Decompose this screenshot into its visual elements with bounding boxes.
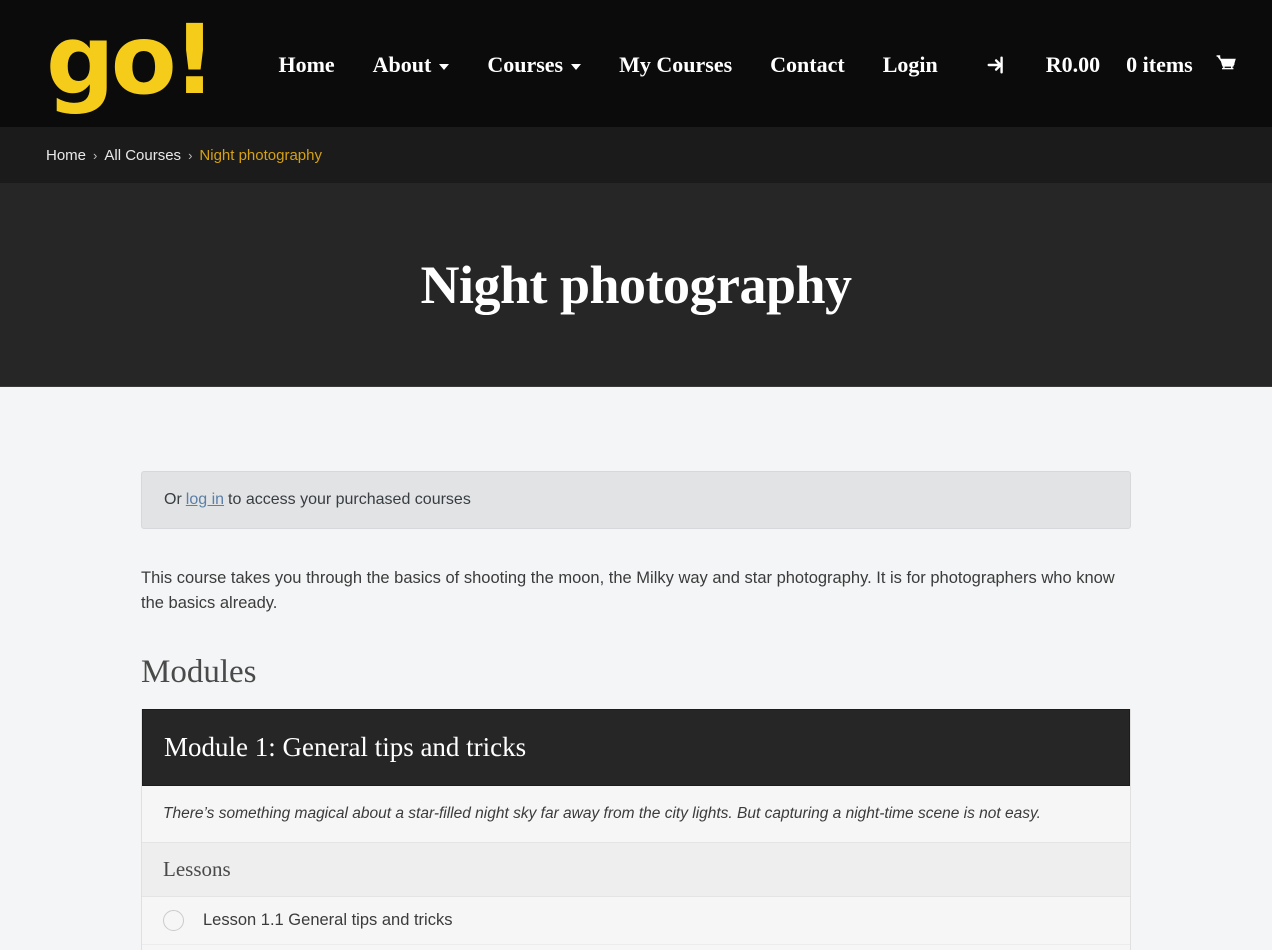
- chevron-down-icon: [439, 64, 449, 70]
- hero-banner: Night photography: [0, 183, 1272, 387]
- modules-heading: Modules: [141, 654, 1131, 691]
- nav-item-courses[interactable]: Courses: [487, 46, 581, 84]
- main-navbar: go! Home About Courses My Courses Contac…: [0, 0, 1272, 127]
- main-content: Orlog into access your purchased courses…: [0, 387, 1272, 950]
- lesson-row[interactable]: Lesson 1.2 Location and weather: [142, 945, 1130, 950]
- cart-amount[interactable]: R0.00: [1046, 52, 1100, 78]
- module-card: Module 1: General tips and tricks There’…: [141, 709, 1131, 950]
- lessons-header: Lessons: [142, 843, 1130, 897]
- breadcrumb-separator-icon: ›: [93, 148, 97, 163]
- nav-utility-area: R0.00 0 items: [986, 52, 1239, 78]
- nav-item-home[interactable]: Home: [278, 46, 334, 84]
- login-link[interactable]: log in: [186, 491, 224, 508]
- module-header[interactable]: Module 1: General tips and tricks: [142, 709, 1130, 786]
- breadcrumb-separator-icon: ›: [188, 148, 192, 163]
- cart-item-count[interactable]: 0 items: [1126, 52, 1193, 78]
- sign-in-icon[interactable]: [986, 54, 1008, 76]
- nav-item-my-courses-label: My Courses: [619, 52, 732, 78]
- shopping-cart-icon[interactable]: [1215, 54, 1239, 76]
- nav-item-login[interactable]: Login: [883, 46, 938, 84]
- nav-item-my-courses[interactable]: My Courses: [619, 46, 732, 84]
- breadcrumb-item-all-courses[interactable]: All Courses: [104, 147, 181, 164]
- breadcrumb-item-home[interactable]: Home: [46, 147, 86, 164]
- login-notice-suffix: to access your purchased courses: [228, 491, 471, 508]
- lesson-row[interactable]: Lesson 1.1 General tips and tricks: [142, 897, 1130, 945]
- site-logo[interactable]: go!: [46, 20, 212, 102]
- nav-item-about-label: About: [373, 52, 432, 78]
- breadcrumb: Home › All Courses › Night photography: [46, 147, 322, 164]
- lesson-name: Lesson 1.1 General tips and tricks: [203, 911, 452, 930]
- breadcrumb-item-current: Night photography: [199, 147, 322, 164]
- module-description: There’s something magical about a star-f…: [142, 786, 1130, 843]
- nav-item-contact-label: Contact: [770, 52, 845, 78]
- nav-item-contact[interactable]: Contact: [770, 46, 845, 84]
- lesson-status-incomplete-icon: [163, 910, 184, 931]
- primary-nav: Home About Courses My Courses Contact Lo…: [278, 46, 975, 84]
- nav-item-home-label: Home: [278, 52, 334, 78]
- course-description: This course takes you through the basics…: [141, 566, 1131, 616]
- nav-item-about[interactable]: About: [373, 46, 450, 84]
- nav-item-login-label: Login: [883, 52, 938, 78]
- module-title: Module 1: General tips and tricks: [164, 732, 526, 762]
- page-title: Night photography: [420, 254, 851, 316]
- breadcrumb-bar: Home › All Courses › Night photography: [0, 127, 1272, 183]
- chevron-down-icon: [571, 64, 581, 70]
- login-notice-prefix: Or: [164, 491, 182, 508]
- content-container: Orlog into access your purchased courses…: [141, 471, 1131, 950]
- lessons-label: Lessons: [163, 857, 231, 881]
- login-notice: Orlog into access your purchased courses: [141, 471, 1131, 529]
- nav-item-courses-label: Courses: [487, 52, 563, 78]
